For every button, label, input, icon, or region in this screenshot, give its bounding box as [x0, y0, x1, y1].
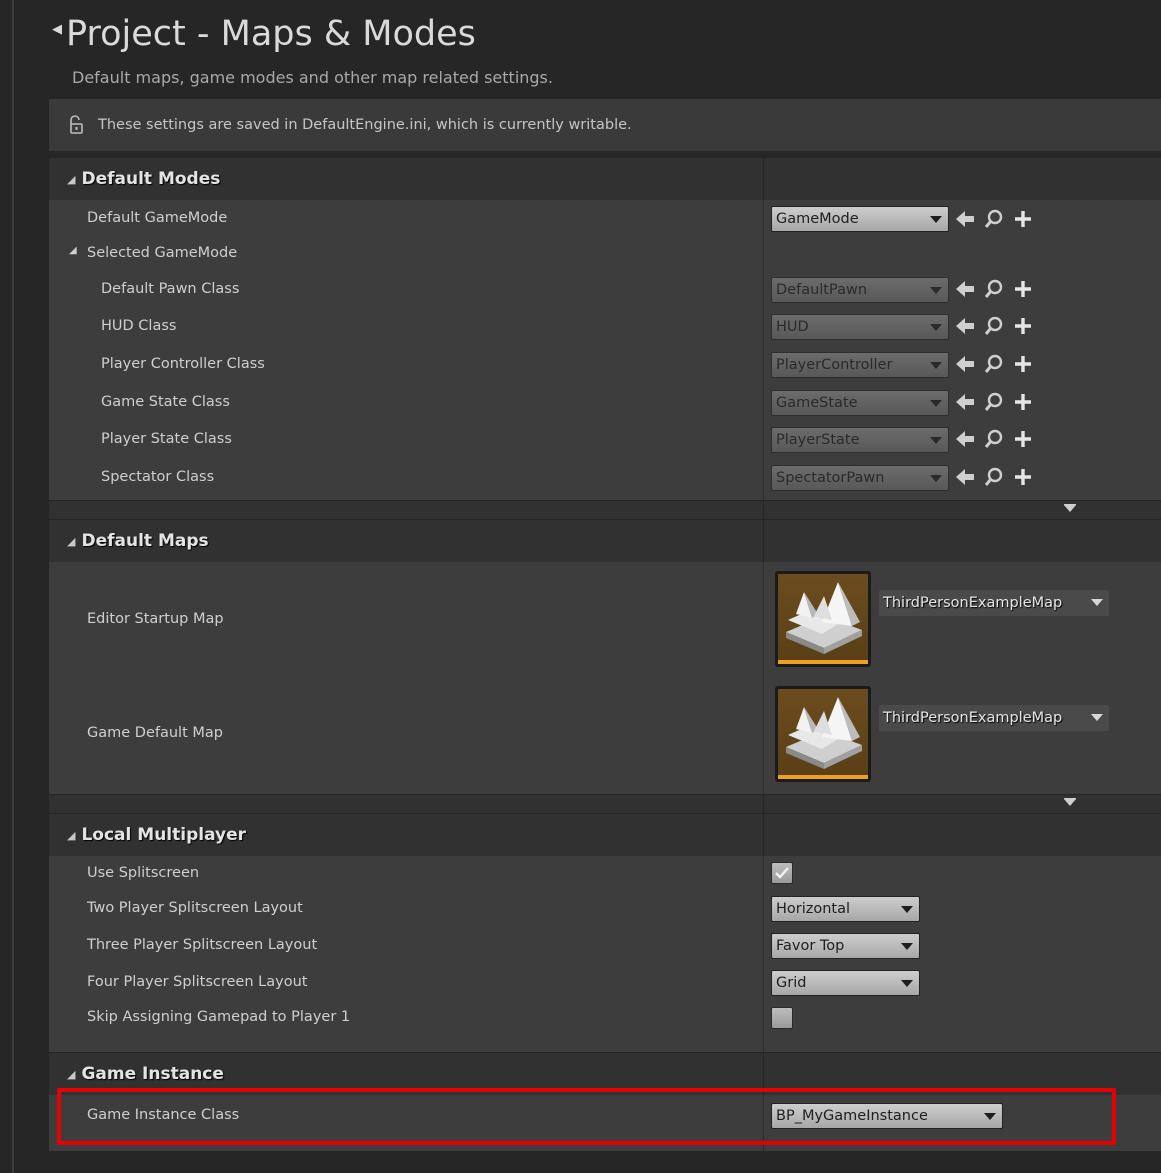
game-state-combo[interactable]: GameState: [771, 390, 949, 416]
collapse-triangle-icon: ◢: [67, 828, 76, 842]
collapse-triangle-icon[interactable]: ◀: [52, 22, 62, 37]
search-icon[interactable]: [983, 466, 1005, 488]
default-pawn-combo[interactable]: DefaultPawn: [771, 277, 949, 303]
advanced-expander[interactable]: [49, 795, 1161, 813]
collapse-triangle-icon: ◢: [67, 172, 76, 186]
hud-class-combo[interactable]: HUD: [771, 314, 949, 340]
config-notice-bar: These settings are saved in DefaultEngin…: [49, 99, 1161, 151]
two-player-layout-combo[interactable]: Horizontal: [771, 896, 920, 922]
search-icon[interactable]: [983, 208, 1005, 230]
category-title: Default Maps: [81, 531, 209, 551]
category-local-multiplayer[interactable]: ◢ Local Multiplayer: [49, 814, 1161, 856]
chevron-down-icon: [930, 216, 942, 223]
browse-back-arrow-icon[interactable]: [954, 315, 976, 337]
browse-back-arrow-icon[interactable]: [954, 278, 976, 300]
spectator-class-label: Spectator Class: [101, 469, 215, 485]
chevron-down-icon: [930, 437, 942, 444]
local-multiplayer-body: Use Splitscreen Two Player Splitscreen L…: [49, 856, 1161, 1052]
default-pawn-label: Default Pawn Class: [101, 281, 240, 297]
expand-arrow-icon[interactable]: [1063, 798, 1077, 808]
add-plus-icon[interactable]: [1012, 278, 1034, 300]
use-splitscreen-checkbox[interactable]: [771, 862, 793, 884]
category-default-maps[interactable]: ◢ Default Maps: [49, 520, 1161, 562]
four-player-layout-label: Four Player Splitscreen Layout: [87, 974, 308, 990]
left-border: [12, 0, 14, 1173]
player-controller-combo[interactable]: PlayerController: [771, 352, 949, 378]
add-plus-icon[interactable]: [1012, 428, 1034, 450]
chevron-down-icon: [901, 906, 913, 913]
browse-back-arrow-icon[interactable]: [954, 208, 976, 230]
two-player-layout-label: Two Player Splitscreen Layout: [87, 900, 303, 916]
add-plus-icon[interactable]: [1012, 466, 1034, 488]
page-title: ◀ Project - Maps & Modes: [52, 14, 476, 54]
use-splitscreen-label: Use Splitscreen: [87, 865, 200, 881]
add-plus-icon[interactable]: [1012, 208, 1034, 230]
chevron-down-icon: [930, 475, 942, 482]
three-player-layout-label: Three Player Splitscreen Layout: [87, 937, 318, 953]
search-icon[interactable]: [983, 391, 1005, 413]
chevron-down-icon: [930, 324, 942, 331]
selected-gamemode-row[interactable]: ◢ Selected GameMode: [49, 245, 763, 261]
highlight-box: [57, 1088, 1116, 1145]
map-thumbnail[interactable]: [775, 571, 871, 667]
game-default-map-combo[interactable]: ThirdPersonExampleMap: [879, 705, 1109, 731]
expand-arrow-icon[interactable]: [1063, 504, 1077, 514]
browse-back-arrow-icon[interactable]: [954, 391, 976, 413]
collapse-triangle-icon: ◢: [67, 1067, 76, 1081]
player-state-combo[interactable]: PlayerState: [771, 427, 949, 453]
game-state-label: Game State Class: [101, 394, 230, 410]
game-default-map-label: Game Default Map: [87, 725, 223, 741]
editor-startup-map-label: Editor Startup Map: [87, 611, 224, 627]
search-icon[interactable]: [983, 353, 1005, 375]
page-subtitle: Default maps, game modes and other map r…: [72, 68, 553, 87]
player-state-label: Player State Class: [101, 431, 232, 447]
category-title: Local Multiplayer: [81, 825, 247, 845]
map-asset-icon: [786, 697, 862, 769]
default-gamemode-combo[interactable]: GameMode: [771, 206, 949, 232]
chevron-down-icon: [930, 400, 942, 407]
browse-back-arrow-icon[interactable]: [954, 428, 976, 450]
category-title: Default Modes: [81, 169, 221, 189]
map-asset-icon: [786, 582, 862, 654]
search-icon[interactable]: [983, 315, 1005, 337]
map-thumbnail[interactable]: [775, 686, 871, 782]
spectator-class-combo[interactable]: SpectatorPawn: [771, 465, 949, 491]
advanced-expander[interactable]: [49, 501, 1161, 519]
four-player-layout-combo[interactable]: Grid: [771, 970, 920, 996]
skip-gamepad-label: Skip Assigning Gamepad to Player 1: [87, 1009, 351, 1025]
add-plus-icon[interactable]: [1012, 391, 1034, 413]
chevron-down-icon: [901, 980, 913, 987]
chevron-down-icon: [930, 362, 942, 369]
collapse-triangle-icon: ◢: [67, 534, 76, 548]
skip-gamepad-checkbox[interactable]: [771, 1007, 793, 1029]
browse-back-arrow-icon[interactable]: [954, 353, 976, 375]
search-icon[interactable]: [983, 278, 1005, 300]
default-modes-body: Default GameMode ◢ Selected GameMode Defa…: [49, 200, 1161, 500]
notice-text: These settings are saved in DefaultEngin…: [98, 117, 632, 133]
player-controller-label: Player Controller Class: [101, 356, 265, 372]
search-icon[interactable]: [983, 428, 1005, 450]
collapse-triangle-icon[interactable]: ◢: [69, 245, 77, 256]
lock-open-icon: [70, 115, 83, 134]
category-default-modes[interactable]: ◢ Default Modes: [49, 158, 1161, 200]
chevron-down-icon: [930, 287, 942, 294]
chevron-down-icon: [1091, 599, 1103, 606]
category-title: Game Instance: [81, 1064, 224, 1084]
hud-class-label: HUD Class: [101, 318, 177, 334]
chevron-down-icon: [901, 943, 913, 950]
default-gamemode-label: Default GameMode: [87, 210, 228, 226]
three-player-layout-combo[interactable]: Favor Top: [771, 933, 920, 959]
add-plus-icon[interactable]: [1012, 353, 1034, 375]
editor-startup-map-combo[interactable]: ThirdPersonExampleMap: [879, 590, 1109, 616]
chevron-down-icon: [1091, 714, 1103, 721]
add-plus-icon[interactable]: [1012, 315, 1034, 337]
checkmark-icon: [775, 867, 789, 879]
browse-back-arrow-icon[interactable]: [954, 466, 976, 488]
